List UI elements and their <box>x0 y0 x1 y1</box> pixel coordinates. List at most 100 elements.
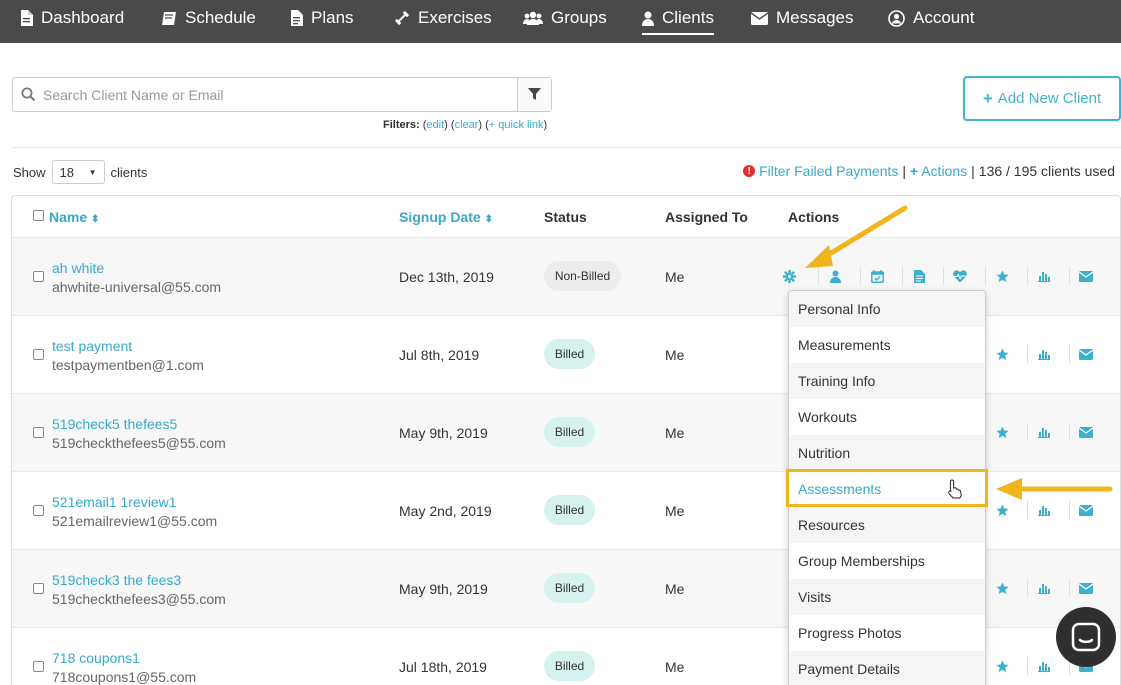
nav-groups[interactable]: Groups <box>523 0 607 36</box>
nav-account[interactable]: Account <box>888 0 974 36</box>
filter-failed-payments-link[interactable]: Filter Failed Payments <box>759 163 898 179</box>
gear-icon[interactable] <box>782 269 796 283</box>
plus-icon: + <box>982 88 993 108</box>
bar-chart-icon[interactable] <box>1037 503 1051 517</box>
clients-used-count: 136 / 195 clients used <box>978 163 1115 179</box>
envelope-icon[interactable] <box>1079 347 1093 361</box>
nav-label: Schedule <box>185 8 256 27</box>
client-name-link[interactable]: 718 coupons1 <box>52 650 140 666</box>
bar-chart-icon[interactable] <box>1037 347 1051 361</box>
client-email: 521emailreview1@55.com <box>52 513 218 529</box>
separator <box>1027 501 1028 519</box>
users-icon <box>523 11 543 25</box>
signup-date: May 9th, 2019 <box>399 425 488 441</box>
annotation-arrow-assessments <box>996 478 1113 500</box>
dropdown-item-resources[interactable]: Resources <box>789 507 985 543</box>
row-checkbox[interactable] <box>33 661 44 672</box>
document-icon[interactable] <box>912 269 926 283</box>
dropdown-item-workouts[interactable]: Workouts <box>789 399 985 435</box>
client-email: 519checkthefees3@55.com <box>52 591 226 607</box>
envelope-icon <box>751 11 768 25</box>
assigned-to: Me <box>665 347 685 363</box>
row-checkbox[interactable] <box>33 427 44 438</box>
bar-chart-icon[interactable] <box>1037 269 1051 283</box>
status-column-header: Status <box>544 209 587 225</box>
page-size-select[interactable]: 18 ▼ <box>51 160 105 184</box>
status-badge: Non-Billed <box>544 261 621 291</box>
filters-edit-link[interactable]: edit <box>426 119 444 131</box>
annotation-arrow-gear <box>805 205 908 268</box>
filters-quick-link[interactable]: + quick link <box>489 119 544 131</box>
filters-label: Filters: <box>383 119 420 131</box>
file-icon <box>21 10 33 26</box>
signup-date-column-header[interactable]: Signup Date ⬍ <box>399 209 493 225</box>
assigned-to: Me <box>665 503 685 519</box>
sort-icon: ⬍ <box>91 214 100 225</box>
separator <box>1069 345 1070 363</box>
heartbeat-icon[interactable] <box>953 269 967 283</box>
show-prefix: Show <box>13 164 46 180</box>
dropdown-item-nutrition[interactable]: Nutrition <box>789 435 985 471</box>
row-checkbox[interactable] <box>33 271 44 282</box>
envelope-icon[interactable] <box>1079 503 1093 517</box>
star-icon[interactable] <box>995 347 1009 361</box>
assigned-column-header: Assigned To <box>665 209 748 225</box>
envelope-icon[interactable] <box>1079 581 1093 595</box>
bar-chart-icon[interactable] <box>1037 581 1051 595</box>
dropdown-item-visits[interactable]: Visits <box>789 579 985 615</box>
status-badge: Billed <box>544 417 595 447</box>
actions-link[interactable]: Actions <box>921 163 967 179</box>
star-icon[interactable] <box>995 581 1009 595</box>
bar-chart-icon[interactable] <box>1037 425 1051 439</box>
client-name-link[interactable]: test payment <box>52 338 132 354</box>
star-icon[interactable] <box>995 425 1009 439</box>
signup-date: Jul 8th, 2019 <box>399 347 480 363</box>
filter-button[interactable] <box>517 78 551 111</box>
dumbbell-icon <box>394 10 410 26</box>
dropdown-item-progress-photos[interactable]: Progress Photos <box>789 615 985 651</box>
row-checkbox[interactable] <box>33 505 44 516</box>
search-input[interactable] <box>43 78 517 111</box>
search-icon <box>13 87 43 102</box>
dropdown-item-measurements[interactable]: Measurements <box>789 327 985 363</box>
dropdown-item-personal-info[interactable]: Personal Info <box>789 291 985 327</box>
separator <box>1069 423 1070 441</box>
client-name-link[interactable]: 519check3 the fees3 <box>52 572 181 588</box>
signup-date: Dec 13th, 2019 <box>399 269 494 285</box>
row-checkbox[interactable] <box>33 583 44 594</box>
nav-schedule[interactable]: Schedule <box>161 0 256 36</box>
star-icon[interactable] <box>995 503 1009 517</box>
nav-dashboard[interactable]: Dashboard <box>20 0 124 36</box>
envelope-icon[interactable] <box>1079 269 1093 283</box>
add-new-client-button[interactable]: + Add New Client <box>963 76 1121 121</box>
plus-icon: + <box>910 163 919 179</box>
filters-line: Filters: (edit) (clear) (+ quick link) <box>383 119 548 131</box>
bar-chart-icon[interactable] <box>1037 659 1051 673</box>
dropdown-item-training-info[interactable]: Training Info <box>789 363 985 399</box>
separator <box>1027 657 1028 675</box>
user-circle-icon <box>888 9 905 27</box>
nav-plans[interactable]: Plans <box>290 0 354 36</box>
client-name-link[interactable]: ah white <box>52 260 104 276</box>
star-icon[interactable] <box>995 269 1009 283</box>
dropdown-item-group-memberships[interactable]: Group Memberships <box>789 543 985 579</box>
funnel-icon <box>528 88 541 100</box>
nav-clients[interactable]: Clients <box>642 0 714 36</box>
client-name-link[interactable]: 519check5 thefees5 <box>52 416 177 432</box>
client-name-link[interactable]: 521email1 1review1 <box>52 494 177 510</box>
nav-label: Exercises <box>418 8 492 27</box>
document-icon <box>291 10 303 26</box>
user-icon <box>642 11 654 26</box>
separator <box>985 267 986 285</box>
status-badge: Billed <box>544 339 595 369</box>
chat-launcher-button[interactable] <box>1056 607 1116 667</box>
filters-clear-link[interactable]: clear <box>455 119 479 131</box>
nav-messages[interactable]: Messages <box>751 0 853 36</box>
star-icon[interactable] <box>995 659 1009 673</box>
row-checkbox[interactable] <box>33 349 44 360</box>
nav-exercises[interactable]: Exercises <box>394 0 492 36</box>
envelope-icon[interactable] <box>1079 425 1093 439</box>
select-all-checkbox[interactable] <box>33 210 44 221</box>
dropdown-item-payment-details[interactable]: Payment Details <box>789 651 985 685</box>
name-column-header[interactable]: Name ⬍ <box>49 209 99 225</box>
